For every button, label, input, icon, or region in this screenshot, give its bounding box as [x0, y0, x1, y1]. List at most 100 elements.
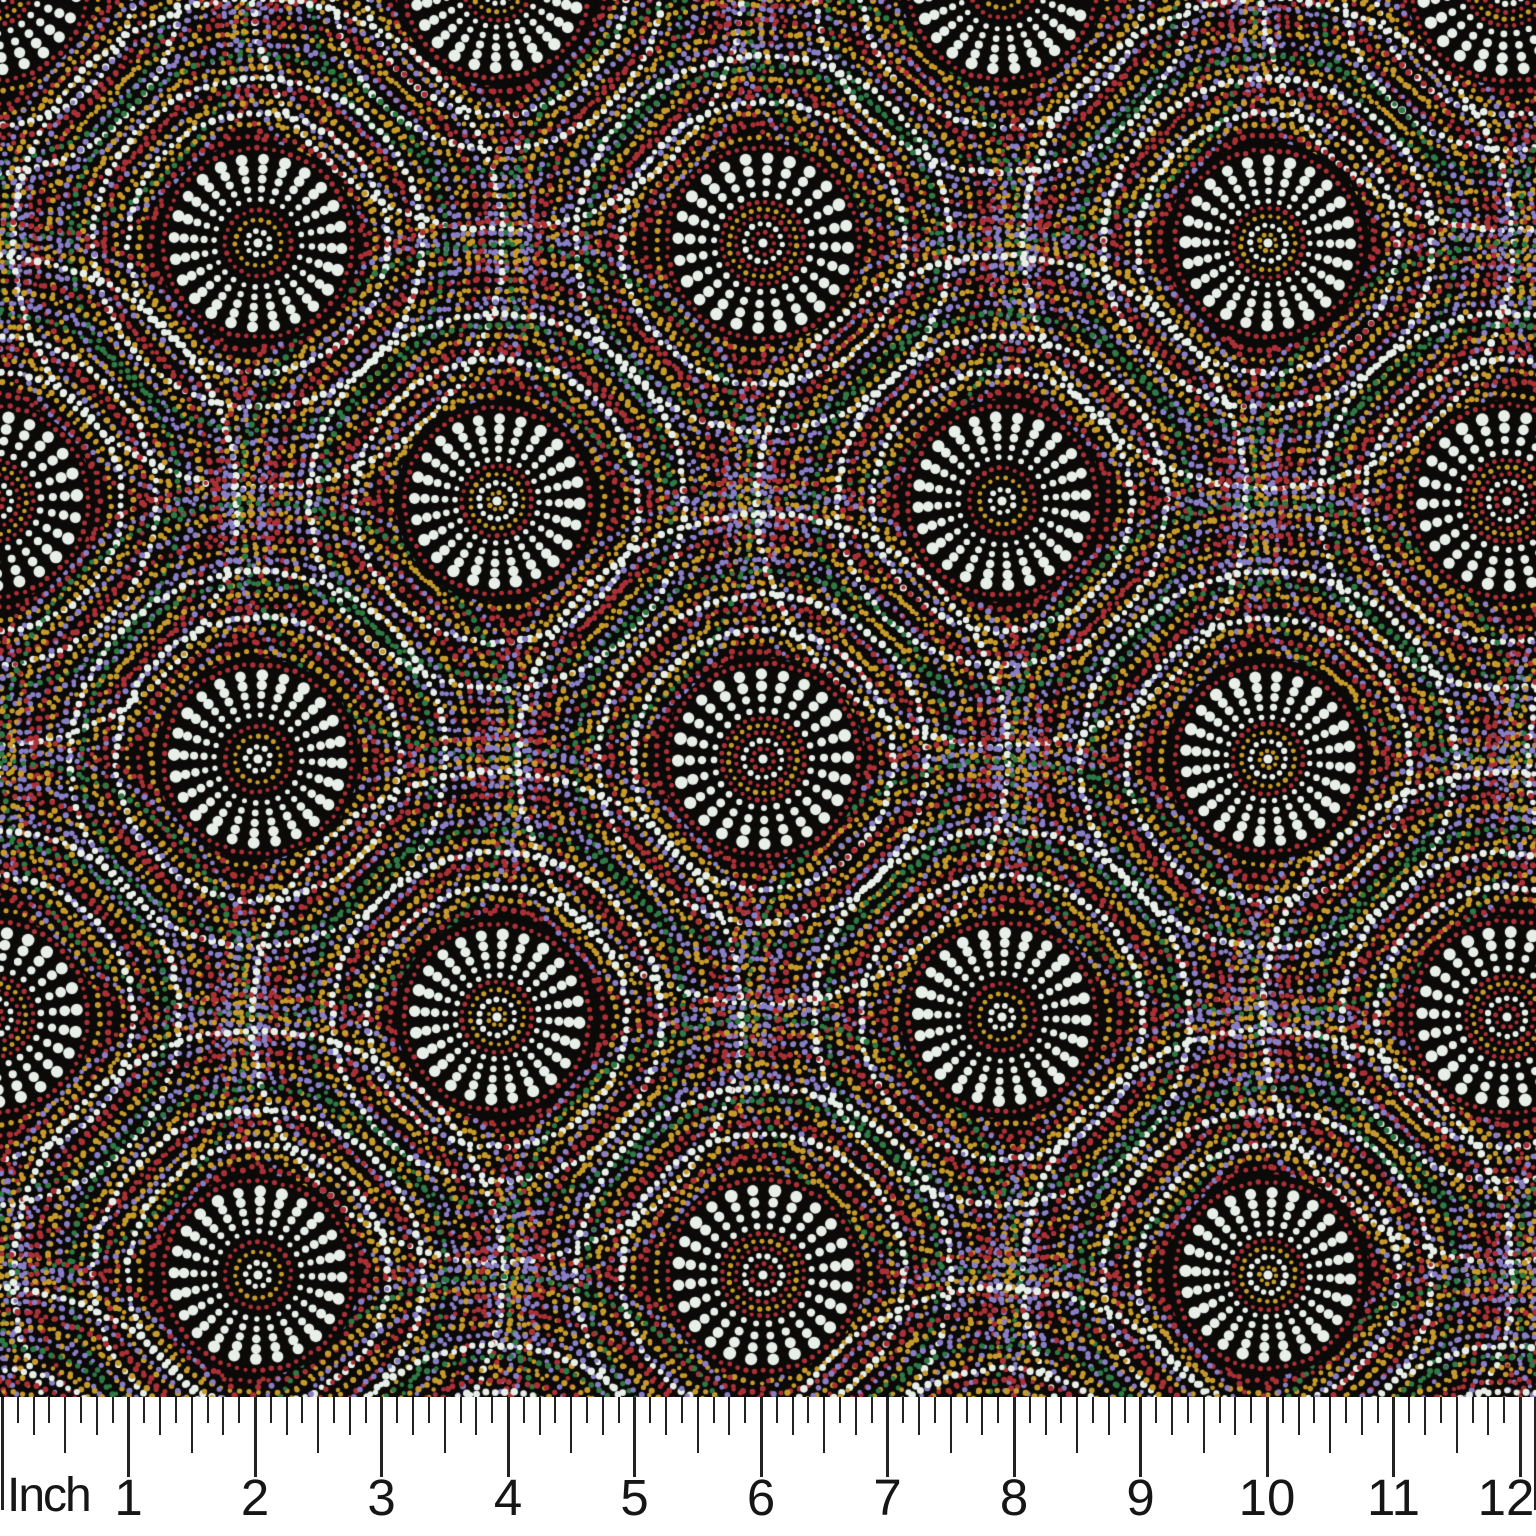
ruler-tick — [254, 1397, 257, 1477]
ruler-tick — [17, 1397, 19, 1423]
ruler-number: 12 — [1478, 1468, 1535, 1527]
ruler-tick — [586, 1397, 588, 1423]
ruler-tick — [507, 1397, 510, 1477]
ruler-tick — [697, 1397, 699, 1453]
ruler-tick — [1155, 1397, 1157, 1423]
ruler-tick — [855, 1397, 857, 1435]
ruler-tick — [633, 1397, 636, 1477]
ruler-tick — [839, 1397, 841, 1423]
ruler-tick — [396, 1397, 398, 1423]
fabric-swatch — [0, 0, 1536, 1397]
ruler-tick — [1045, 1397, 1047, 1435]
ruler-tick — [1, 1397, 4, 1510]
ruler-number: 5 — [620, 1468, 648, 1527]
ruler-number: 8 — [1000, 1468, 1028, 1527]
ruler-number: 3 — [367, 1468, 395, 1527]
ruler-tick — [1519, 1397, 1522, 1477]
ruler-tick — [1313, 1397, 1315, 1423]
ruler-tick — [491, 1397, 493, 1423]
ruler-tick — [539, 1397, 541, 1435]
ruler-tick — [886, 1397, 889, 1477]
ruler-tick — [1076, 1397, 1078, 1453]
ruler-tick — [950, 1397, 952, 1453]
ruler-number: 1 — [114, 1468, 142, 1527]
ruler-number: 4 — [494, 1468, 522, 1527]
ruler-tick — [412, 1397, 414, 1435]
fabric-pattern-canvas — [0, 0, 1536, 1397]
ruler-tick — [602, 1397, 604, 1435]
ruler-tick — [871, 1397, 873, 1423]
ruler-tick — [317, 1397, 319, 1453]
ruler-tick — [1187, 1397, 1189, 1423]
ruler-tick — [365, 1397, 367, 1423]
ruler-tick — [1345, 1397, 1347, 1423]
fabric-product-photo: 123456789101112 Inch — [0, 0, 1536, 1536]
ruler-tick — [48, 1397, 50, 1423]
ruler-tick — [112, 1397, 114, 1423]
ruler-tick — [64, 1397, 66, 1453]
ruler-tick — [1203, 1397, 1205, 1453]
ruler-tick — [618, 1397, 620, 1423]
ruler-number: 9 — [1126, 1468, 1154, 1527]
ruler-tick — [776, 1397, 778, 1423]
ruler-tick — [1456, 1397, 1458, 1453]
ruler-tick — [222, 1397, 224, 1435]
ruler-tick — [238, 1397, 240, 1423]
ruler-tick — [1424, 1397, 1426, 1435]
ruler-tick — [460, 1397, 462, 1423]
ruler-tick — [1124, 1397, 1126, 1423]
ruler-tick — [96, 1397, 98, 1435]
ruler-tick — [159, 1397, 161, 1435]
ruler-tick — [934, 1397, 936, 1423]
ruler-tick — [143, 1397, 145, 1423]
ruler-tick — [807, 1397, 809, 1423]
ruler-tick — [444, 1397, 446, 1453]
ruler-tick — [823, 1397, 825, 1453]
ruler-tick — [1234, 1397, 1236, 1435]
ruler-tick — [1392, 1397, 1395, 1477]
ruler-tick — [554, 1397, 556, 1423]
ruler-tick — [1171, 1397, 1173, 1435]
ruler-tick — [333, 1397, 335, 1423]
ruler-tick — [475, 1397, 477, 1435]
ruler-tick — [966, 1397, 968, 1423]
ruler-tick — [207, 1397, 209, 1423]
ruler-tick — [997, 1397, 999, 1423]
ruler-number: 2 — [241, 1468, 269, 1527]
ruler-tick — [127, 1397, 130, 1477]
ruler-tick — [380, 1397, 383, 1477]
ruler-tick — [728, 1397, 730, 1435]
ruler-tick — [1408, 1397, 1410, 1423]
ruler-tick — [80, 1397, 82, 1423]
ruler-tick — [1282, 1397, 1284, 1423]
ruler-tick — [1013, 1397, 1016, 1477]
ruler-tick — [175, 1397, 177, 1423]
ruler-tick — [649, 1397, 651, 1423]
ruler-tick — [760, 1397, 763, 1477]
ruler-tick — [1503, 1397, 1505, 1423]
ruler-tick — [1029, 1397, 1031, 1423]
ruler-tick — [1329, 1397, 1331, 1453]
ruler-tick — [428, 1397, 430, 1423]
ruler-tick — [1219, 1397, 1221, 1423]
inch-ruler: 123456789101112 Inch — [0, 1397, 1536, 1536]
ruler-tick — [570, 1397, 572, 1453]
ruler-tick — [665, 1397, 667, 1435]
ruler-tick — [1487, 1397, 1489, 1435]
ruler-number: 11 — [1367, 1468, 1420, 1527]
ruler-tick — [1060, 1397, 1062, 1423]
ruler-tick — [1108, 1397, 1110, 1435]
ruler-tick — [918, 1397, 920, 1435]
ruler-tick — [1377, 1397, 1379, 1423]
ruler-tick — [981, 1397, 983, 1435]
ruler-tick — [33, 1397, 35, 1435]
ruler-tick — [902, 1397, 904, 1423]
ruler-tick — [1361, 1397, 1363, 1435]
ruler-number: 7 — [873, 1468, 901, 1527]
ruler-tick — [1092, 1397, 1094, 1423]
ruler-tick — [349, 1397, 351, 1435]
ruler-tick — [1250, 1397, 1252, 1423]
ruler-tick — [1472, 1397, 1474, 1423]
ruler-tick — [1139, 1397, 1142, 1477]
ruler-tick — [286, 1397, 288, 1435]
